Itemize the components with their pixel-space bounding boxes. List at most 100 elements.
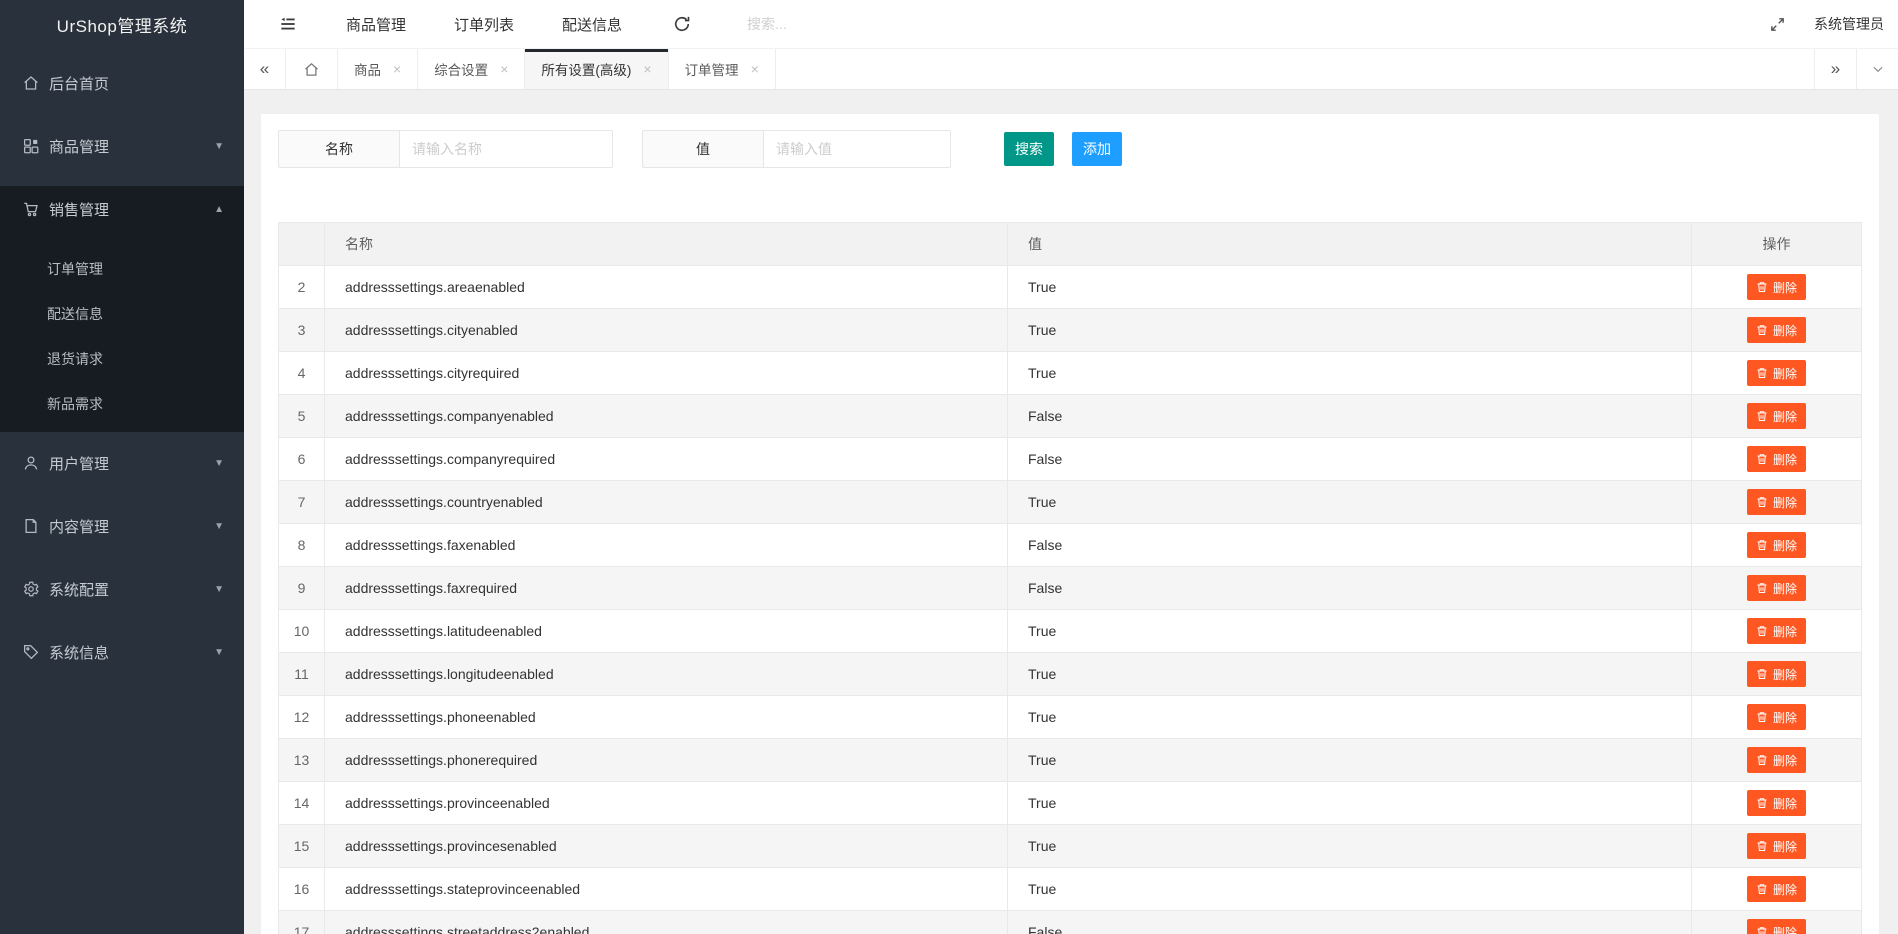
sidebar-item-users[interactable]: 用户管理 ▼	[0, 440, 244, 486]
sidebar-item-label: 系统配置	[49, 581, 110, 599]
chevron-up-icon: ▲	[214, 203, 224, 215]
content-icon	[22, 517, 40, 535]
tab-all-settings-advanced[interactable]: 所有设置(高级) ×	[525, 49, 669, 89]
sidebar-item-content[interactable]: 内容管理 ▼	[0, 503, 244, 549]
delete-button[interactable]: 删除	[1746, 403, 1806, 429]
setting-value: True	[1007, 781, 1692, 825]
setting-value: True	[1007, 695, 1692, 739]
value-filter-label: 值	[642, 130, 764, 168]
row-actions: 删除	[1691, 394, 1862, 438]
trash-icon	[1756, 668, 1768, 680]
row-actions: 删除	[1691, 609, 1862, 653]
close-icon[interactable]: ×	[393, 61, 401, 77]
chevron-down-icon: ▼	[214, 583, 224, 595]
sidebar-item-orders[interactable]: 订单管理	[0, 247, 244, 292]
collapse-menu-icon[interactable]	[278, 14, 298, 34]
row-index: 16	[278, 867, 325, 911]
setting-value: False	[1007, 394, 1692, 438]
delete-button[interactable]: 删除	[1746, 833, 1806, 859]
delete-button[interactable]: 删除	[1746, 747, 1806, 773]
tabs-scroll-right-icon[interactable]: »	[1814, 49, 1856, 89]
nav-item-products[interactable]: 商品管理	[346, 14, 406, 35]
top-header: 商品管理 订单列表 配送信息 系统管理员	[244, 0, 1898, 48]
delete-button[interactable]: 删除	[1746, 919, 1806, 934]
table-row: 12 addresssettings.phoneenabled True 删除	[278, 695, 1862, 739]
fullscreen-icon[interactable]	[1769, 16, 1786, 33]
setting-value: True	[1007, 867, 1692, 911]
sidebar: UrShop管理系统 后台首页 商品管理 ▼ 销售管理 ▲ 订单管理 配送信息 …	[0, 0, 244, 934]
tab-order-management[interactable]: 订单管理 ×	[668, 49, 776, 89]
setting-value: False	[1007, 910, 1692, 934]
sidebar-item-dashboard[interactable]: 后台首页	[0, 60, 244, 106]
trash-icon	[1756, 324, 1768, 336]
sidebar-item-system-config[interactable]: 系统配置 ▼	[0, 566, 244, 612]
name-filter-input[interactable]	[400, 130, 613, 168]
add-button[interactable]: 添加	[1072, 132, 1122, 166]
close-icon[interactable]: ×	[751, 61, 759, 77]
sidebar-item-shipping[interactable]: 配送信息	[0, 292, 244, 337]
tab-products[interactable]: 商品 ×	[338, 49, 419, 89]
setting-name: addresssettings.companyenabled	[324, 394, 1008, 438]
delete-button[interactable]: 删除	[1746, 489, 1806, 515]
delete-button[interactable]: 删除	[1746, 360, 1806, 386]
sidebar-item-products[interactable]: 商品管理 ▼	[0, 123, 244, 169]
trash-icon	[1756, 754, 1768, 766]
nav-item-order-list[interactable]: 订单列表	[454, 14, 514, 35]
setting-name: addresssettings.provinceenabled	[324, 781, 1008, 825]
refresh-icon[interactable]	[672, 14, 692, 34]
delete-button[interactable]: 删除	[1746, 532, 1806, 558]
sidebar-item-label: 用户管理	[49, 455, 110, 473]
row-actions: 删除	[1691, 781, 1862, 825]
table-row: 9 addresssettings.faxrequired False 删除	[278, 566, 1862, 610]
chevron-down-icon: ▼	[214, 520, 224, 532]
delete-button[interactable]: 删除	[1746, 661, 1806, 687]
setting-name: addresssettings.countryenabled	[324, 480, 1008, 524]
sidebar-item-system-info[interactable]: 系统信息 ▼	[0, 629, 244, 675]
row-index: 4	[278, 351, 325, 395]
delete-button[interactable]: 删除	[1746, 704, 1806, 730]
delete-button[interactable]: 删除	[1746, 618, 1806, 644]
table-row: 8 addresssettings.faxenabled False 删除	[278, 523, 1862, 567]
sidebar-item-new-product-requests[interactable]: 新品需求	[0, 382, 244, 427]
header-search-input[interactable]	[747, 16, 908, 32]
header-index	[278, 222, 325, 266]
trash-icon	[1756, 797, 1768, 809]
tabs-scroll-left-icon[interactable]: «	[244, 49, 286, 89]
filter-form: 名称 值 搜索 添加	[278, 130, 1862, 168]
home-tab[interactable]	[286, 49, 338, 89]
delete-button[interactable]: 删除	[1746, 790, 1806, 816]
delete-button[interactable]: 删除	[1746, 274, 1806, 300]
row-actions: 删除	[1691, 351, 1862, 395]
sidebar-item-label: 内容管理	[49, 518, 110, 536]
table-row: 13 addresssettings.phonerequired True 删除	[278, 738, 1862, 782]
table-row: 16 addresssettings.stateprovinceenabled …	[278, 867, 1862, 911]
sidebar-item-sales[interactable]: 销售管理 ▲	[0, 186, 244, 232]
search-button[interactable]: 搜索	[1004, 132, 1054, 166]
row-index: 2	[278, 265, 325, 309]
table-row: 15 addresssettings.provincesenabled True…	[278, 824, 1862, 868]
user-menu[interactable]: 系统管理员	[1814, 14, 1884, 34]
delete-button[interactable]: 删除	[1746, 446, 1806, 472]
value-filter-input[interactable]	[764, 130, 951, 168]
row-index: 11	[278, 652, 325, 696]
row-index: 3	[278, 308, 325, 352]
sidebar-item-returns[interactable]: 退货请求	[0, 337, 244, 382]
gear-icon	[22, 580, 40, 598]
row-index: 8	[278, 523, 325, 567]
setting-name: addresssettings.latitudeenabled	[324, 609, 1008, 653]
tabs-menu-chevron-icon[interactable]	[1856, 49, 1898, 89]
row-actions: 删除	[1691, 437, 1862, 481]
table-row: 4 addresssettings.cityrequired True 删除	[278, 351, 1862, 395]
close-icon[interactable]: ×	[643, 61, 651, 77]
sidebar-menu: 后台首页 商品管理 ▼ 销售管理 ▲ 订单管理 配送信息 退货请求 新品需求 用…	[0, 48, 244, 675]
setting-name: addresssettings.phoneenabled	[324, 695, 1008, 739]
delete-button[interactable]: 删除	[1746, 876, 1806, 902]
row-actions: 删除	[1691, 265, 1862, 309]
row-actions: 删除	[1691, 738, 1862, 782]
tab-general-settings[interactable]: 综合设置 ×	[418, 49, 526, 89]
table-row: 14 addresssettings.provinceenabled True …	[278, 781, 1862, 825]
close-icon[interactable]: ×	[500, 61, 508, 77]
delete-button[interactable]: 删除	[1746, 317, 1806, 343]
delete-button[interactable]: 删除	[1746, 575, 1806, 601]
nav-item-shipping-info[interactable]: 配送信息	[562, 14, 622, 35]
